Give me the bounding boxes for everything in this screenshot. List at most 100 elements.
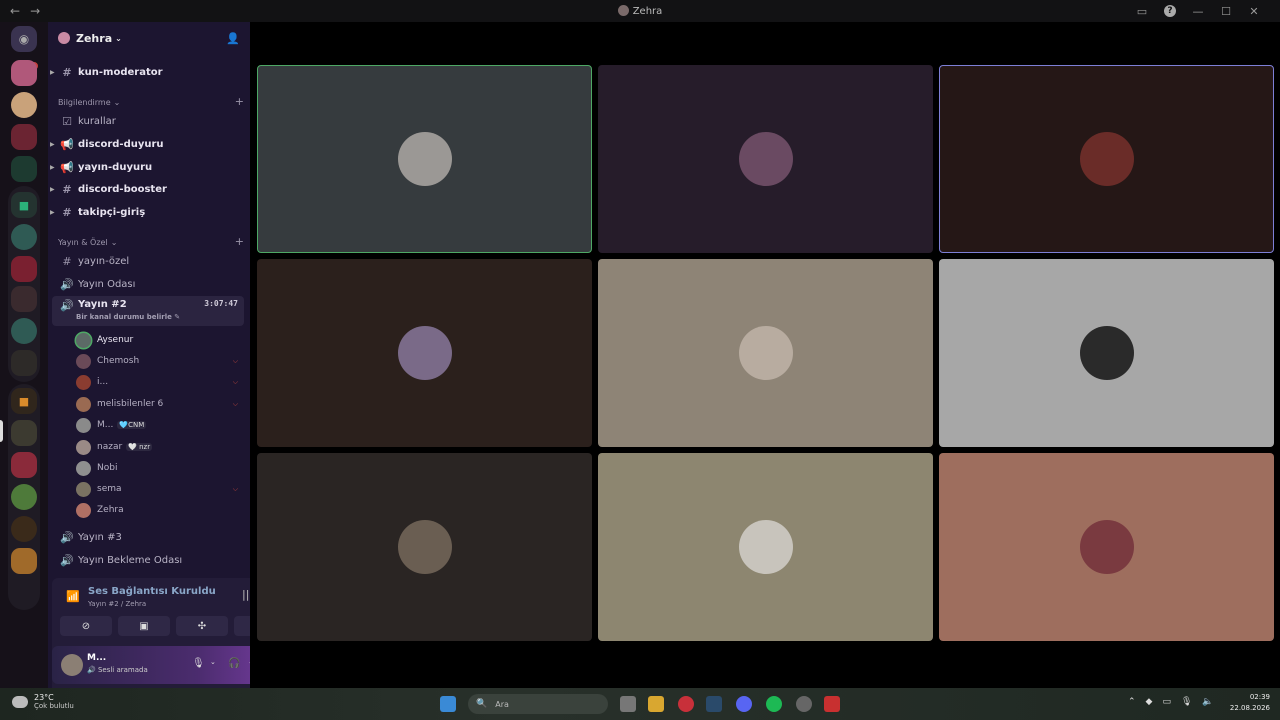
avatar: [76, 417, 91, 433]
discord-home-icon[interactable]: ◉: [11, 26, 37, 52]
invite-people-icon[interactable]: 👤: [226, 32, 240, 45]
category-bilgilendirme[interactable]: Bilgilendirme ⌄ +: [58, 96, 244, 107]
app-icon[interactable]: [796, 696, 812, 712]
server-icon-8[interactable]: [11, 318, 37, 344]
server-emblem-icon: [58, 32, 70, 44]
search-placeholder: Ara: [495, 699, 509, 709]
server-icon-3[interactable]: [11, 124, 37, 150]
voice-location[interactable]: Yayın #2 / Zehra: [88, 600, 146, 608]
server-icon-12[interactable]: [11, 516, 37, 542]
weather-widget[interactable]: 23°C Çok bulutlu: [12, 693, 74, 710]
microphone-icon[interactable]: 🎙: [1181, 697, 1192, 707]
forward-arrow-icon[interactable]: →: [30, 4, 40, 18]
channel-name: kurallar: [78, 115, 116, 127]
clock[interactable]: 02:39 22.08.2026: [1230, 692, 1270, 714]
microphone-icon[interactable]: 🎙: [192, 658, 205, 669]
server-icon-13[interactable]: [11, 548, 37, 574]
channel-yayin-bekleme-odasi[interactable]: 🔊 Yayın Bekleme Odası: [52, 550, 244, 570]
activities-button[interactable]: ✣: [176, 616, 228, 636]
category-yayin-ozel[interactable]: Yayın & Özel ⌄ +: [58, 236, 244, 247]
voice-member-melisbilenler[interactable]: melisbilenler 6 ⌵: [76, 394, 244, 414]
participant-tile[interactable]: [598, 259, 933, 447]
server-icon-1[interactable]: [11, 60, 37, 86]
connection-signal-icon[interactable]: 📶: [66, 590, 80, 603]
opera-gx-icon[interactable]: [678, 696, 694, 712]
chevron-down-icon[interactable]: ⌄: [210, 658, 216, 666]
channel-status-hint[interactable]: Bir kanal durumu belirle ✎: [76, 313, 180, 321]
voice-member-zehra[interactable]: Zehra: [76, 500, 244, 520]
add-channel-icon[interactable]: +: [235, 236, 244, 247]
back-arrow-icon[interactable]: ←: [10, 4, 20, 18]
server-icon-5[interactable]: [11, 224, 37, 250]
clock-date: 22.08.2026: [1229, 704, 1270, 712]
voice-member-chemosh[interactable]: Chemosh ⌵: [76, 351, 244, 371]
participant-tile[interactable]: [939, 259, 1274, 447]
member-name: nazar: [97, 442, 123, 452]
server-header[interactable]: Zehra ⌄ 👤: [48, 22, 250, 54]
folder-icon[interactable]: ■: [11, 192, 37, 218]
bullet-icon: ▶: [50, 68, 55, 76]
server-icon-zehra[interactable]: [11, 420, 37, 446]
server-icon-6[interactable]: [11, 256, 37, 282]
file-explorer-icon[interactable]: [648, 696, 664, 712]
channel-discord-duyuru[interactable]: ▶ 📢 discord-duyuru: [50, 134, 244, 154]
voice-member-i[interactable]: i... ⌵: [76, 372, 244, 392]
channel-discord-booster[interactable]: ▶ # discord-booster: [50, 179, 244, 199]
close-icon[interactable]: ✕: [1248, 5, 1260, 18]
camera-off-button[interactable]: ⊘: [60, 616, 112, 636]
participant-tile[interactable]: [598, 65, 933, 253]
channel-yayin-ozel[interactable]: # yayın-özel: [52, 251, 244, 271]
server-icon-2[interactable]: [11, 92, 37, 118]
channel-yayin-3[interactable]: 🔊 Yayın #3: [52, 527, 244, 547]
channel-yayin-2-active[interactable]: 🔊 Yayın #2 3:07:47 Bir kanal durumu beli…: [52, 296, 244, 326]
volume-icon[interactable]: 🔈: [1202, 697, 1213, 707]
voice-member-nobi[interactable]: Nobi: [76, 458, 244, 478]
chevron-up-icon[interactable]: ⌃: [1128, 697, 1136, 707]
security-icon[interactable]: ◆: [1146, 697, 1153, 707]
channel-kun-moderator[interactable]: ▶ # kun-moderator: [50, 62, 244, 82]
server-icon-7[interactable]: [11, 286, 37, 312]
headphones-icon[interactable]: 🎧: [228, 658, 240, 669]
participant-tile[interactable]: [939, 65, 1274, 253]
participant-tile[interactable]: [257, 453, 592, 641]
participant-tile[interactable]: [257, 259, 592, 447]
channel-name: kun-moderator: [78, 66, 163, 78]
server-icon-10[interactable]: [11, 452, 37, 478]
voice-member-nazar[interactable]: nazar 🤍 nzr: [76, 437, 244, 457]
minimize-icon[interactable]: —: [1192, 5, 1204, 18]
steam-icon[interactable]: [706, 696, 722, 712]
channel-yayin-duyuru[interactable]: ▶ 📢 yayın-duyuru: [50, 157, 244, 177]
voice-member-aysenur[interactable]: Aysenur: [76, 330, 244, 350]
network-icon[interactable]: ▭: [1162, 697, 1171, 707]
server-icon-11[interactable]: [11, 484, 37, 510]
screen-share-button[interactable]: ▣: [118, 616, 170, 636]
taskbar-search[interactable]: 🔍 Ara: [468, 694, 608, 714]
speaker-icon: 🔊: [60, 530, 74, 544]
participant-tile[interactable]: [257, 65, 592, 253]
participant-tile[interactable]: [598, 453, 933, 641]
avatar: [76, 460, 91, 476]
avatar[interactable]: [61, 654, 83, 676]
inbox-icon[interactable]: ▭: [1136, 5, 1148, 18]
folder-icon[interactable]: ■: [11, 388, 37, 414]
participant-tile[interactable]: [939, 453, 1274, 641]
server-icon-9[interactable]: [11, 350, 37, 376]
channel-kurallar[interactable]: ☑ kurallar: [52, 111, 244, 131]
spotify-icon[interactable]: [766, 696, 782, 712]
add-channel-icon[interactable]: +: [235, 96, 244, 107]
maximize-icon[interactable]: ☐: [1220, 5, 1232, 18]
windows-start-icon[interactable]: [440, 696, 456, 712]
muted-indicator-icon: ⌵: [232, 399, 238, 408]
discord-icon[interactable]: [736, 696, 752, 712]
voice-member-m[interactable]: M... 🩵CNM: [76, 415, 244, 435]
help-icon[interactable]: ?: [1164, 5, 1176, 17]
app-icon-red[interactable]: [824, 696, 840, 712]
call-timer: 3:07:47: [204, 299, 238, 308]
channel-takipci-giris[interactable]: ▶ # takipçi-giriş: [50, 202, 244, 222]
server-icon-4[interactable]: [11, 156, 37, 182]
channel-yayin-odasi[interactable]: 🔊 Yayın Odası: [52, 274, 244, 294]
channel-name: discord-duyuru: [78, 138, 164, 150]
voice-member-sema[interactable]: sema ⌵: [76, 479, 244, 499]
task-view-icon[interactable]: [620, 696, 636, 712]
cloud-icon: [12, 695, 28, 708]
